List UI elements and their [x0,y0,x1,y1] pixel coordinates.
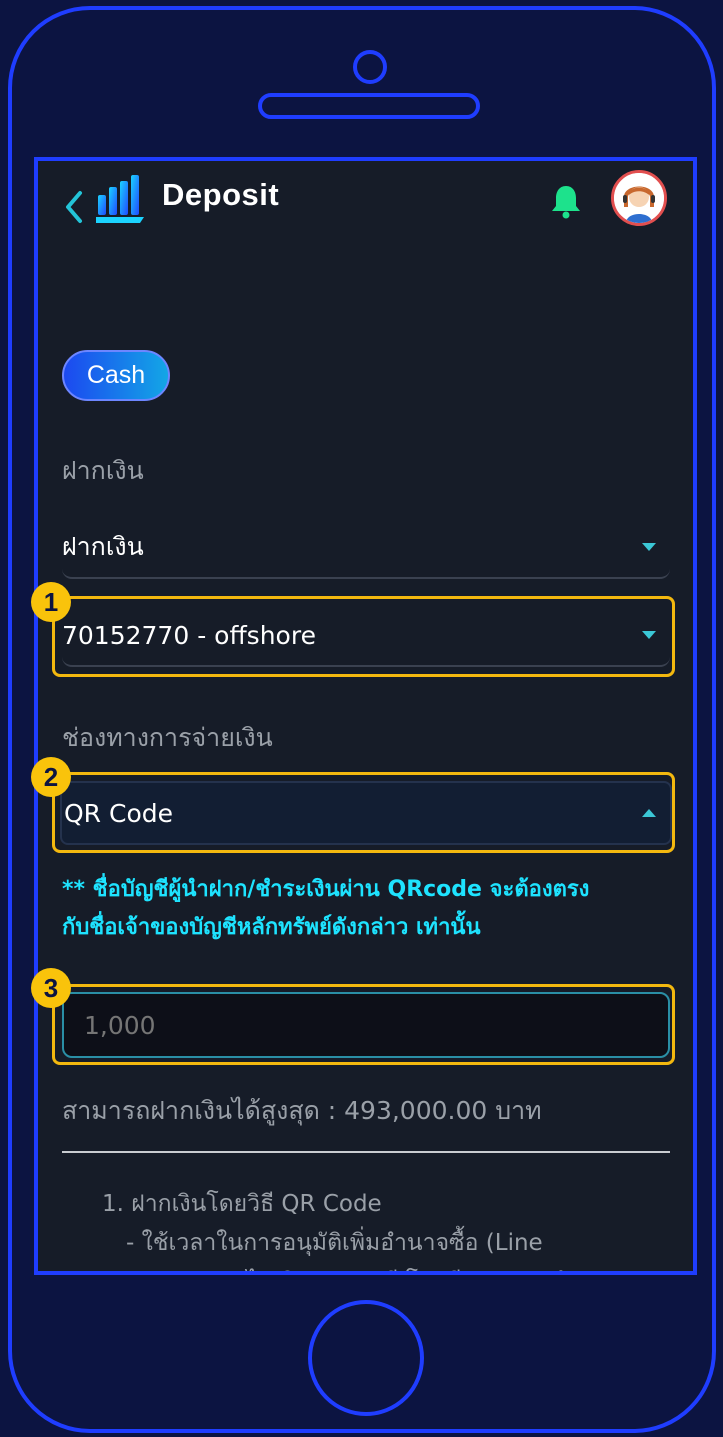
step-2-badge: 2 [31,757,71,797]
instruction-item-1-sub-1: - ใช้เวลาในการอนุมัติเพิ่มอำนาจซื้อ (Lin… [126,1230,543,1256]
step-3-badge: 3 [31,968,71,1008]
bell-icon[interactable] [550,183,582,219]
divider [62,1151,670,1153]
payment-channel-select[interactable]: QR Code [60,781,672,845]
account-select[interactable]: 70152770 - offshore [62,605,670,667]
transaction-type-select[interactable]: ฝากเงิน [62,517,670,579]
app-screen: Deposit Cash ฝากเงิน ฝากเงิน 70152770 - … [34,157,697,1275]
account-name-notice: ** ชื่อบัญชีผู้นำฝาก/ชำระเงินผ่าน QRcode… [62,871,672,947]
max-deposit-text: สามารถฝากเงินได้สูงสุด : 493,000.00 บาท [62,1096,542,1125]
notice-line-1: ** ชื่อบัญชีผู้นำฝาก/ชำระเงินผ่าน QRcode… [62,877,590,902]
payment-channel-label: ช่องทางการจ่ายเงิน [62,723,273,752]
instruction-item-1: 1. ฝากเงินโดยวิธี QR Code [102,1191,382,1217]
speaker-icon [258,93,480,119]
chevron-left-icon[interactable] [60,189,88,225]
page-title: Deposit [162,177,280,212]
amount-input[interactable] [62,992,670,1058]
account-value: 70152770 - offshore [62,620,316,650]
transaction-type-label: ฝากเงิน [62,456,144,485]
instruction-item-1-sub-2: Available) ไม่เกิน 15 นาที โดยมีช่วงเวลา… [102,1263,642,1271]
avatar[interactable] [611,170,667,226]
caret-down-icon [642,631,656,639]
caret-down-icon [642,543,656,551]
bar-chart-logo-icon [94,169,150,225]
instructions: 1. ฝากเงินโดยวิธี QR Code - ใช้เวลาในการ… [102,1185,642,1271]
tab-cash[interactable]: Cash [62,350,170,401]
camera-icon [353,50,387,84]
home-button[interactable] [308,1300,424,1416]
notice-line-2: กับชื่อเจ้าของบัญชีหลักทรัพย์ดังกล่าว เท… [62,915,481,940]
caret-up-icon [642,809,656,817]
payment-channel-value: QR Code [64,798,173,828]
step-1-badge: 1 [31,582,71,622]
transaction-type-value: ฝากเงิน [62,532,144,561]
